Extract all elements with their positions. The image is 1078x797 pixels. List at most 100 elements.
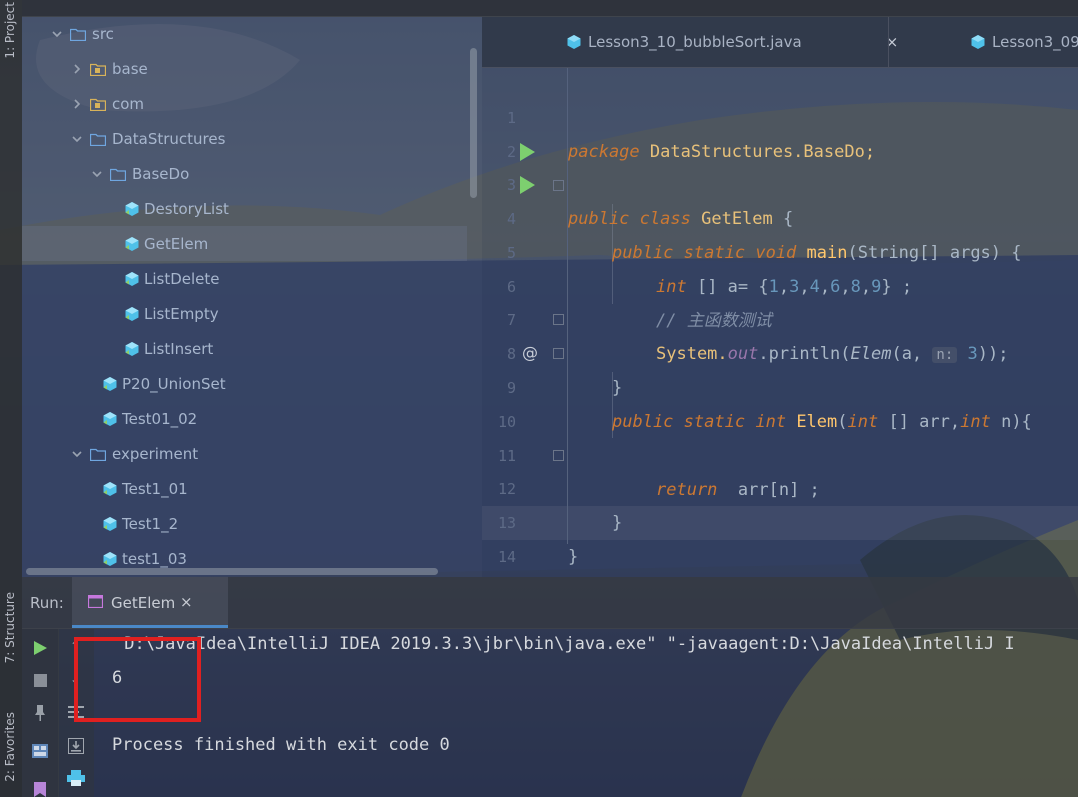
folder-icon	[89, 132, 107, 147]
tree-item[interactable]: Test01_02	[22, 401, 467, 436]
run-toolbar	[22, 629, 59, 797]
package-folder-icon	[89, 97, 107, 112]
tree-item-label: src	[92, 24, 114, 43]
tree-item[interactable]: ListEmpty	[22, 296, 467, 331]
console-command-line: D:\JavaIdea\IntelliJ IDEA 2019.3.3\jbr\b…	[114, 634, 1015, 654]
tree-item[interactable]: BaseDo	[22, 156, 467, 191]
chevron-down-icon[interactable]	[70, 132, 84, 146]
java-class-icon	[124, 306, 140, 322]
java-class-icon	[102, 516, 118, 532]
tree-item-label: Test1_01	[122, 479, 188, 498]
tree-item-label: Test01_02	[122, 409, 198, 428]
tree-item-label: GetElem	[144, 234, 209, 253]
left-tool-strip: 1: Project 7: Structure 2: Favorites	[0, 0, 22, 797]
tree-item[interactable]: P20_UnionSet	[22, 366, 467, 401]
editor-tab-bubblesort[interactable]: Lesson3_10_bubbleSort.java ×	[566, 17, 898, 67]
run-panel-header: Run: GetElem ×	[22, 577, 1078, 629]
code-line-1: 1 package DataStructures.BaseDo;	[482, 67, 1078, 162]
tree-item[interactable]: experiment	[22, 436, 467, 471]
code-line-10: 10	[482, 371, 1078, 431]
code-line-9: 9 public static int Elem(int [] arr,int …	[482, 337, 1078, 432]
editor-tab-label: Lesson3_10_bubbleSort.java	[588, 33, 802, 51]
tree-item-label: P20_UnionSet	[122, 374, 226, 393]
java-class-icon	[102, 376, 118, 392]
code-editor: Lesson3_10_bubbleSort.java × Lesson3_09 …	[482, 0, 1078, 577]
tree-item-label: ListDelete	[144, 269, 220, 288]
chevron-down-icon[interactable]	[50, 27, 64, 41]
chevron-right-icon[interactable]	[70, 62, 84, 76]
tree-item[interactable]: Test1_01	[22, 471, 467, 506]
tree-item[interactable]: GetElem	[22, 226, 467, 261]
pin-icon[interactable]	[33, 704, 47, 721]
structure-tool-label[interactable]: 7: Structure	[3, 592, 17, 663]
code-line-14: 14	[482, 506, 1078, 566]
code-line-2: 2	[482, 101, 1078, 161]
chevron-down-icon[interactable]	[90, 167, 104, 181]
java-class-icon	[102, 411, 118, 427]
editor-header	[482, 0, 1078, 17]
code-line-11: 11 return arr[n] ;	[482, 405, 1078, 500]
tree-item[interactable]: ListInsert	[22, 331, 467, 366]
java-class-icon	[124, 201, 140, 217]
tree-item[interactable]: Test1_2	[22, 506, 467, 541]
tree-item[interactable]: DataStructures	[22, 121, 467, 156]
java-class-icon	[102, 551, 118, 567]
editor-tab-lesson3-09[interactable]: Lesson3_09	[970, 17, 1078, 67]
java-class-icon	[102, 481, 118, 497]
java-class-icon	[124, 236, 140, 252]
java-class-icon	[567, 35, 581, 49]
tree-item-label: DestoryList	[144, 199, 229, 218]
project-panel-header	[22, 0, 482, 17]
tree-item-label: ListInsert	[144, 339, 214, 358]
code-line-13: 13 }	[482, 472, 1078, 567]
stop-icon[interactable]	[34, 674, 47, 687]
close-icon[interactable]: ×	[180, 593, 193, 611]
print-icon[interactable]	[67, 770, 85, 786]
java-class-icon	[124, 341, 140, 357]
line-number: 14	[497, 548, 516, 566]
tree-item-label: ListEmpty	[144, 304, 219, 323]
project-vertical-scrollbar[interactable]	[470, 48, 477, 198]
run-tab-label: GetElem	[111, 594, 176, 612]
layout-icon[interactable]	[32, 744, 48, 758]
console-exit-message: Process finished with exit code 0	[112, 735, 450, 755]
tree-item-label: experiment	[112, 444, 199, 463]
project-tool-label[interactable]: 1: Project	[3, 2, 17, 59]
favorites-tool-label[interactable]: 2: Favorites	[3, 712, 17, 782]
tree-item[interactable]: DestoryList	[22, 191, 467, 226]
package-folder-icon	[89, 62, 107, 77]
java-class-icon	[971, 35, 985, 49]
tree-item[interactable]: com	[22, 86, 467, 121]
code-line-12: 12 }	[482, 438, 1078, 533]
tree-item[interactable]: src	[22, 16, 467, 51]
code-line-5: 5 int [] a= {1,3,4,6,8,9} ;	[482, 202, 1078, 297]
code-line-3: 3 public class GetElem {	[482, 134, 1078, 229]
editor-tab-label: Lesson3_09	[992, 33, 1078, 51]
tree-item-label: com	[112, 94, 145, 113]
source-folder-icon	[69, 27, 87, 42]
code-line-6: 6 // 主函数测试	[482, 236, 1078, 331]
run-console-icon	[88, 595, 103, 608]
folder-icon	[109, 167, 127, 182]
java-class-icon	[124, 271, 140, 287]
bookmark-icon[interactable]	[33, 782, 47, 797]
tree-item-label: BaseDo	[132, 164, 190, 183]
run-label: Run:	[30, 594, 64, 612]
folder-icon	[89, 447, 107, 462]
scroll-to-end-icon[interactable]	[68, 738, 84, 754]
rerun-icon[interactable]	[33, 640, 48, 656]
project-tree-panel: src base com DataStructures BaseDo DestoryLis…	[22, 0, 482, 577]
tree-item[interactable]: base	[22, 51, 467, 86]
run-tab-getelem[interactable]: GetElem ×	[72, 577, 228, 628]
tree-item-label: DataStructures	[112, 129, 226, 148]
code-line-7: 7 System.out.println(Elem(a, n: 3));	[482, 269, 1078, 364]
code-line-4: 4 public static void main(String[] args)…	[482, 168, 1078, 263]
tree-item-label: Test1_2	[122, 514, 179, 533]
code-line-8: 8 }	[482, 303, 1078, 398]
tab-divider	[888, 17, 889, 67]
chevron-right-icon[interactable]	[70, 97, 84, 111]
project-horizontal-scrollbar[interactable]	[26, 568, 438, 575]
chevron-down-icon[interactable]	[70, 447, 84, 461]
tree-item[interactable]: ListDelete	[22, 261, 467, 296]
editor-tab-bar: Lesson3_10_bubbleSort.java × Lesson3_09	[482, 17, 1078, 68]
